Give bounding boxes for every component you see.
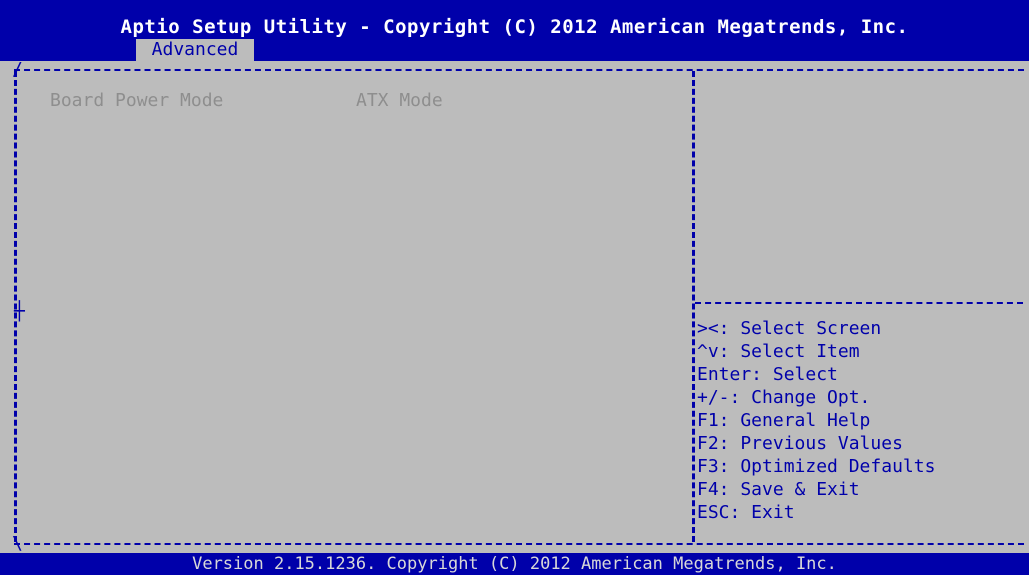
main-panel: / \ ┼ Board Power Mode ATX Mode ><: Sele… (0, 61, 1029, 553)
divider-vertical (692, 71, 695, 542)
help-enter-select: Enter: Select (697, 364, 838, 385)
help-previous-values: F2: Previous Values (697, 433, 903, 454)
top-left-corner: / (12, 59, 23, 80)
help-select-screen: ><: Select Screen (697, 318, 882, 339)
footer-version: Version 2.15.1236. Copyright (C) 2012 Am… (0, 553, 1029, 575)
help-select-item: ^v: Select Item (697, 341, 860, 362)
setting-label-board-power-mode: Board Power Mode (50, 90, 224, 111)
app-title: Aptio Setup Utility - Copyright (C) 2012… (120, 16, 909, 38)
help-optimized-defaults: F3: Optimized Defaults (697, 456, 936, 477)
left-tee: ┼ (14, 301, 25, 322)
help-change-option: +/-: Change Opt. (697, 387, 871, 408)
tab-advanced[interactable]: Advanced (136, 39, 254, 61)
header-bar: Aptio Setup Utility - Copyright (C) 2012… (0, 0, 1029, 61)
help-divider (695, 302, 1023, 304)
bios-screen: Aptio Setup Utility - Copyright (C) 2012… (0, 0, 1029, 575)
bottom-border (14, 543, 1024, 545)
top-border (14, 69, 1024, 71)
help-save-exit: F4: Save & Exit (697, 479, 860, 500)
bottom-left-corner: \ (12, 533, 23, 554)
help-general-help: F1: General Help (697, 410, 871, 431)
help-esc-exit: ESC: Exit (697, 502, 795, 523)
setting-value-board-power-mode: ATX Mode (356, 90, 443, 111)
key-help-list: ><: Select Screen ^v: Select Item Enter:… (697, 317, 935, 524)
